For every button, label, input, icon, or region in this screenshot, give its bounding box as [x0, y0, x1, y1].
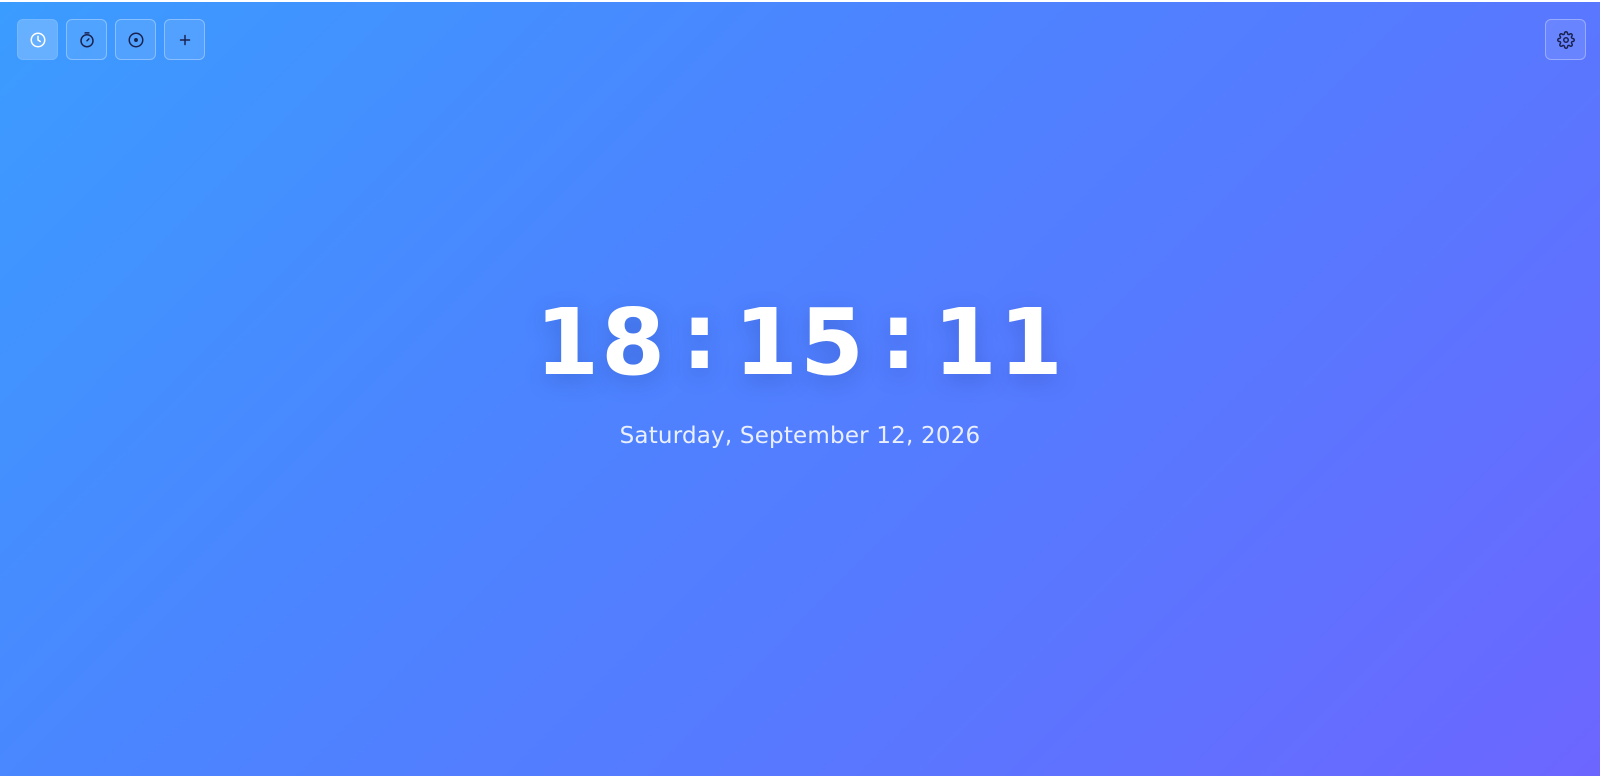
time-hours: 18 [535, 289, 668, 396]
time-display: 18 : 15 : 11 [535, 289, 1065, 396]
clock-app: 18 : 15 : 11 Saturday, September 12, 202… [0, 2, 1600, 776]
clock-display: 18 : 15 : 11 Saturday, September 12, 202… [0, 2, 1600, 776]
time-seconds: 11 [932, 289, 1065, 396]
date-display: Saturday, September 12, 2026 [619, 423, 981, 449]
time-minutes: 15 [733, 289, 867, 396]
time-separator: : [880, 283, 919, 390]
time-separator: : [681, 283, 720, 390]
